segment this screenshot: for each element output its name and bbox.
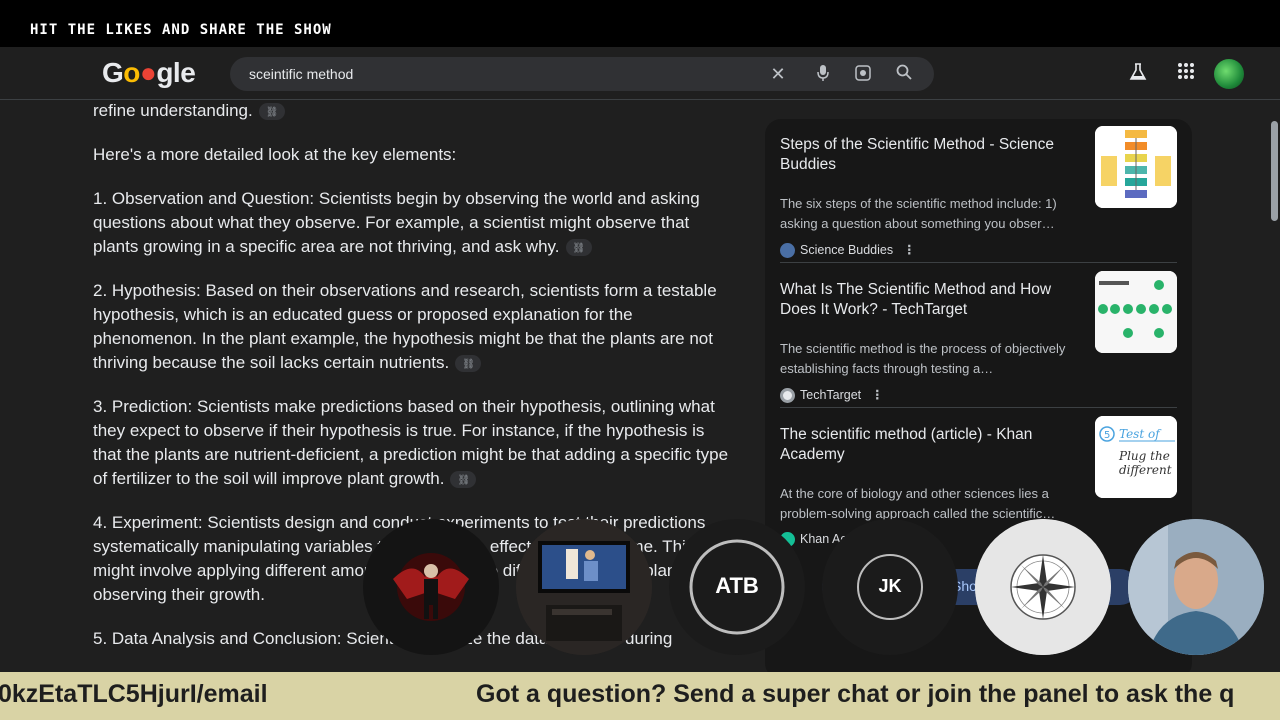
citation-link-icon[interactable] (455, 353, 482, 377)
source-snippet: The scientific method is the process of … (780, 341, 1066, 376)
source-site: TechTarget ⋮ (780, 387, 884, 404)
lens-icon[interactable] (853, 64, 873, 84)
svg-text:5: 5 (1104, 430, 1110, 441)
source-card[interactable]: Steps of the Scientific Method - Science… (780, 126, 1177, 265)
source-site: Science Buddies ⋮ (780, 242, 916, 259)
more-options-icon[interactable]: ⋮ (871, 388, 884, 402)
scrollbar-thumb[interactable] (1271, 121, 1278, 221)
labs-flask-icon[interactable] (1127, 62, 1149, 84)
overview-paragraph: Here's a more detailed look at the key e… (93, 145, 457, 164)
science-buddies-icon (780, 243, 795, 259)
source-title[interactable]: What Is The Scientific Method and How Do… (780, 280, 1080, 320)
source-card[interactable]: What Is The Scientific Method and How Do… (780, 271, 1177, 410)
source-snippet: At the core of biology and other science… (780, 486, 1056, 521)
stream-banner-text: HIT THE LIKES AND SHARE THE SHOW (30, 22, 332, 38)
apps-grid-icon[interactable] (1175, 62, 1197, 84)
overview-paragraph: refine understanding. (93, 99, 733, 125)
ticker-text-left: 0kzEtaTLC5HjurI/email (0, 680, 268, 708)
overview-paragraph: 2. Hypothesis: Based on their observatio… (93, 279, 733, 377)
svg-text:Plug the: Plug the (1118, 449, 1170, 463)
svg-text:different: different (1119, 463, 1172, 477)
divider (780, 407, 1177, 408)
source-thumbnail[interactable] (1095, 271, 1177, 353)
participant-compass (975, 519, 1111, 655)
search-header: Go●gle sceintific method ✕ (0, 47, 1280, 100)
source-thumbnail[interactable] (1095, 126, 1177, 208)
participant-name: JK (878, 576, 902, 596)
compass-icon (975, 519, 1111, 655)
citation-link-icon[interactable] (450, 469, 477, 493)
participant-avatar-1 (363, 519, 499, 655)
source-thumbnail[interactable]: 5 Test of Plug the different (1095, 416, 1177, 498)
participant-video-1 (516, 519, 652, 655)
participant-name: ATB (715, 573, 759, 598)
citation-link-icon[interactable] (258, 101, 285, 125)
close-icon[interactable]: ✕ (768, 64, 788, 84)
overview-paragraph: 1. Observation and Question: Scientists … (93, 187, 733, 261)
account-avatar[interactable] (1214, 59, 1244, 89)
source-snippet: The six steps of the scientific method i… (780, 196, 1057, 231)
participant-initials-jk: JK (822, 519, 958, 655)
google-logo[interactable]: Go●gle (102, 57, 196, 89)
search-input[interactable]: sceintific method (249, 66, 353, 82)
participant-video-2 (1128, 519, 1264, 655)
techtarget-icon (780, 388, 795, 404)
search-input-box[interactable]: sceintific method ✕ (230, 57, 934, 91)
divider (780, 262, 1177, 263)
more-options-icon[interactable]: ⋮ (903, 243, 916, 257)
stream-ticker: 0kzEtaTLC5HjurI/email Got a question? Se… (0, 672, 1280, 720)
participant-initials-atb: ATB (669, 519, 805, 655)
source-title[interactable]: Steps of the Scientific Method - Science… (780, 135, 1080, 175)
source-title[interactable]: The scientific method (article) - Khan A… (780, 425, 1080, 465)
ticker-text-right: Got a question? Send a super chat or joi… (476, 680, 1235, 708)
search-icon[interactable] (894, 64, 914, 84)
svg-text:Test of: Test of (1119, 427, 1162, 441)
stream-banner: HIT THE LIKES AND SHARE THE SHOW (0, 0, 1280, 47)
overview-paragraph: 3. Prediction: Scientists make predictio… (93, 395, 733, 493)
citation-link-icon[interactable] (565, 237, 592, 261)
mic-icon[interactable] (813, 64, 833, 84)
